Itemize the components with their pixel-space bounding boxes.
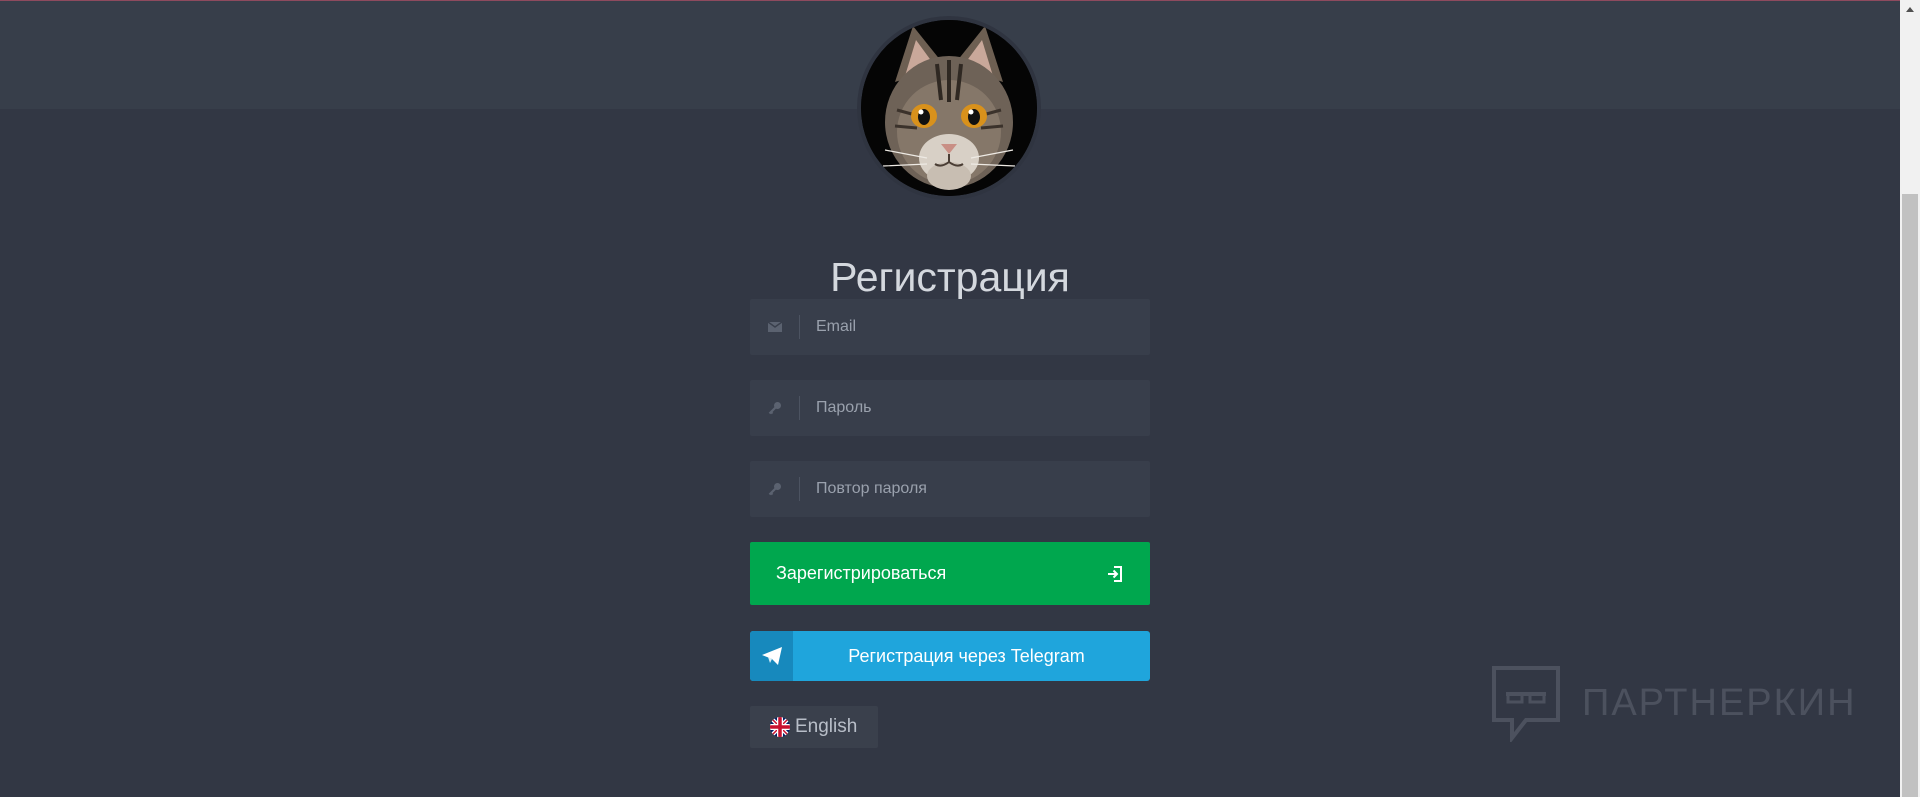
email-field-group[interactable] — [750, 299, 1150, 355]
page-title: Регистрация — [830, 254, 1070, 301]
cat-avatar-image — [861, 20, 1037, 196]
password-field-group[interactable] — [750, 380, 1150, 436]
register-button[interactable]: Зарегистрироваться — [750, 542, 1150, 605]
uk-flag-icon — [770, 717, 790, 737]
chat-bubble-icon — [1492, 666, 1560, 742]
key-icon — [750, 396, 800, 420]
envelope-icon — [750, 315, 800, 339]
language-label: English — [795, 716, 858, 737]
telegram-button-label: Регистрация через Telegram — [848, 645, 1085, 666]
password-repeat-input[interactable] — [800, 461, 1150, 517]
register-button-label: Зарегистрироваться — [776, 563, 947, 583]
scroll-up-arrow-icon[interactable] — [1900, 0, 1920, 18]
password-input[interactable] — [800, 380, 1150, 436]
sign-in-icon — [1106, 565, 1124, 583]
paper-plane-icon — [750, 631, 793, 681]
password-repeat-field-group[interactable] — [750, 461, 1150, 517]
watermark-text: ПАРТНЕРКИН — [1582, 681, 1857, 724]
vertical-scrollbar[interactable] — [1900, 0, 1920, 797]
telegram-register-button[interactable]: Регистрация через Telegram — [750, 631, 1150, 681]
avatar — [857, 16, 1041, 200]
email-input[interactable] — [800, 299, 1150, 355]
registration-page: Регистрация Email Зарегистрироваться Рег… — [0, 0, 1920, 797]
scrollbar-thumb[interactable] — [1902, 194, 1918, 797]
key-icon — [750, 477, 800, 501]
watermark: ПАРТНЕРКИН — [1490, 664, 1857, 742]
language-switch-button[interactable]: English — [750, 706, 878, 748]
